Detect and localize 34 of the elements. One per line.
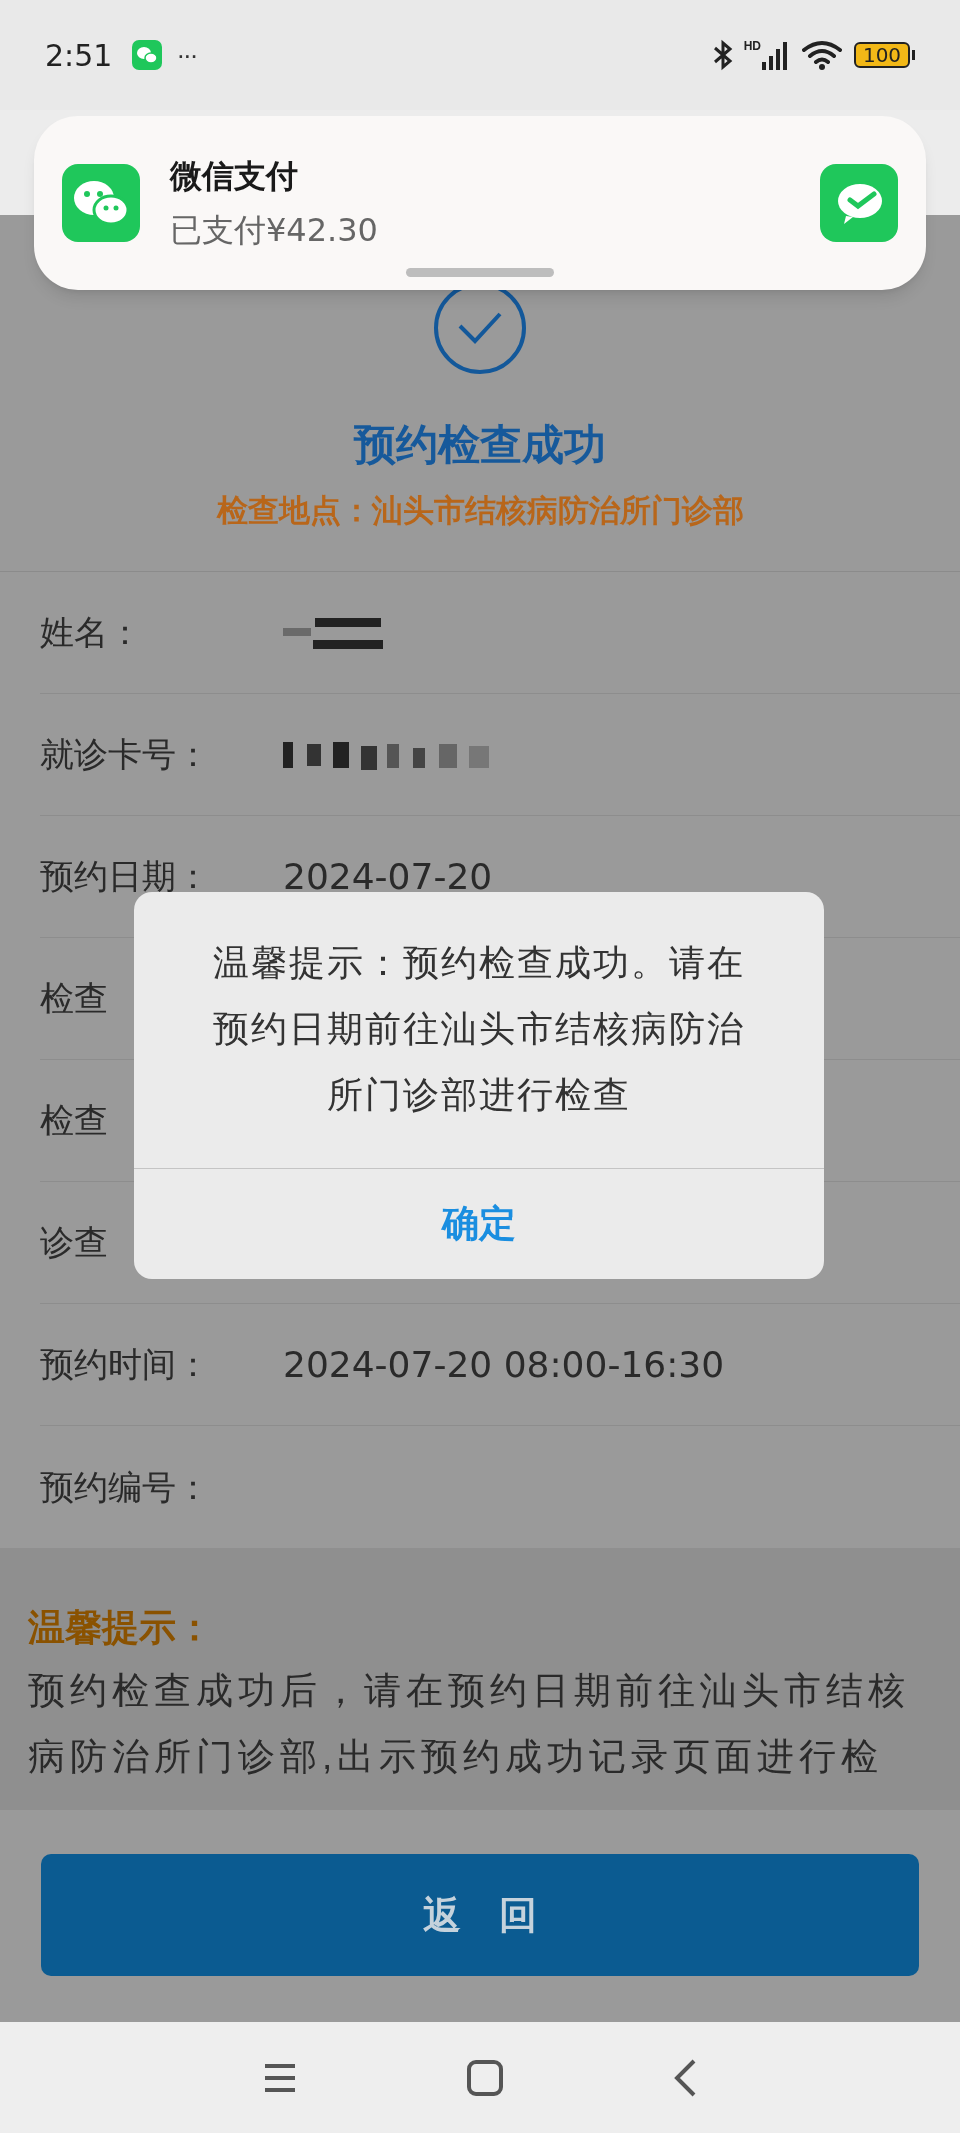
- signal-icon: [762, 40, 788, 70]
- pay-check-icon: [820, 164, 898, 242]
- battery-indicator: 100: [854, 42, 910, 68]
- chat-app-icon: [132, 40, 163, 70]
- notification-card[interactable]: 微信支付 已支付¥42.30: [34, 116, 926, 290]
- field-label: 姓名：: [40, 612, 143, 653]
- field-label: 就诊卡号：: [40, 734, 211, 775]
- field-label: 检查: [40, 1100, 109, 1141]
- field-value: 2024-07-20: [283, 854, 493, 899]
- field-label: 诊查: [40, 1222, 109, 1263]
- field-label: 检查: [40, 978, 109, 1019]
- field-label: 预约日期：: [40, 856, 211, 897]
- location-text: 检查地点：汕头市结核病防治所门诊部: [216, 492, 744, 530]
- chat-app-icon: [62, 164, 140, 242]
- field-value: 2024-07-20 08:00-16:30: [283, 1342, 725, 1387]
- success-title: 预约检查成功: [354, 420, 606, 470]
- menu-icon[interactable]: [263, 2062, 297, 2093]
- field-label: 预约编号：: [40, 1466, 211, 1508]
- field-label: 预约时间：: [40, 1344, 211, 1385]
- home-icon[interactable]: [467, 2059, 503, 2096]
- dialog-message: 温馨提示：预约检查成功。请在预约日期前往汕头市结核病防治所门诊部进行检查: [212, 941, 746, 1117]
- back-icon[interactable]: [673, 2058, 697, 2097]
- notification-handle[interactable]: [406, 268, 554, 277]
- notification-body: 已支付¥42.30: [170, 210, 379, 251]
- status-time: 2:51: [45, 36, 113, 75]
- network-label: HD: [743, 40, 761, 52]
- ok-button[interactable]: 确定: [134, 1169, 824, 1279]
- tips-text: 预约检查成功后，请在预约日期前往汕头市结核病防治所门诊部,出示预约成功记录页面进行检: [28, 1669, 911, 1779]
- bluetooth-icon: [711, 39, 734, 71]
- tips-heading: 温馨提示：: [28, 1606, 214, 1650]
- more-indicator: ···: [176, 38, 197, 72]
- notification-title: 微信支付: [170, 157, 299, 196]
- wifi-icon: [802, 40, 842, 70]
- back-button[interactable]: 返 回: [41, 1854, 919, 1976]
